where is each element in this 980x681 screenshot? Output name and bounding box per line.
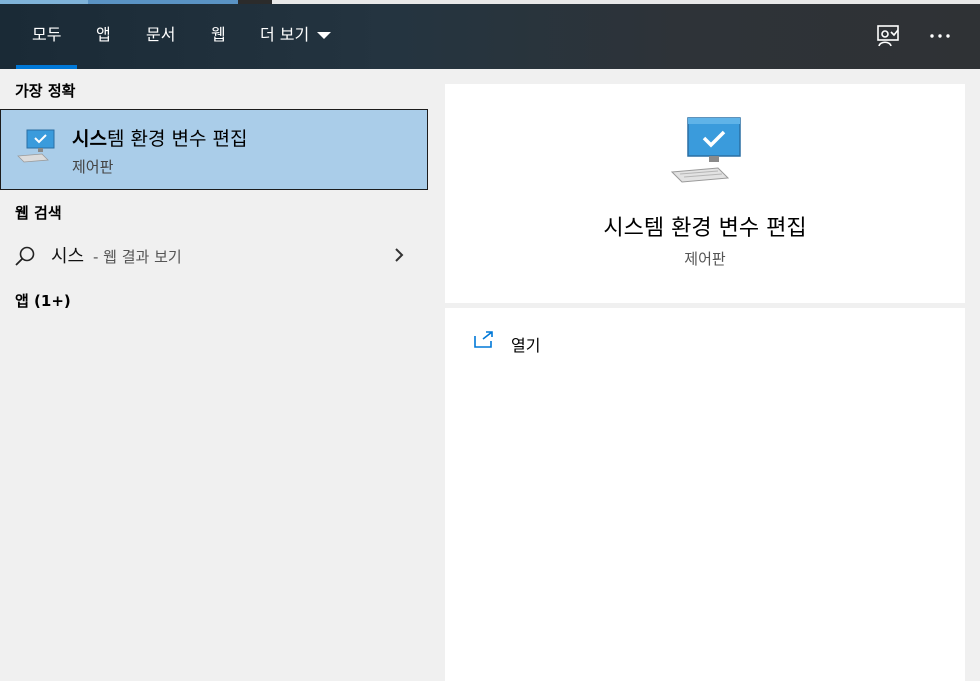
open-external-icon bbox=[474, 331, 493, 348]
search-icon bbox=[15, 246, 35, 266]
chevron-right-icon[interactable] bbox=[392, 247, 406, 263]
feedback-icon[interactable] bbox=[874, 22, 902, 50]
tab-label: 문서 bbox=[146, 25, 176, 44]
tab-more[interactable]: 더 보기 bbox=[260, 4, 332, 69]
computer-icon bbox=[670, 117, 741, 183]
tab-label: 모두 bbox=[32, 25, 62, 44]
search-header: 모두 앱 문서 웹 더 보기 bbox=[0, 4, 980, 69]
tab-label: 앱 bbox=[96, 25, 111, 44]
apps-heading: 앱 (1+) bbox=[15, 292, 71, 310]
tab-label: 더 보기 bbox=[260, 25, 310, 44]
tab-web[interactable]: 웹 bbox=[211, 4, 226, 69]
tab-label: 웹 bbox=[211, 25, 226, 44]
web-search-heading: 웹 검색 bbox=[15, 204, 62, 222]
result-subtitle: 제어판 bbox=[72, 158, 114, 176]
best-match-heading: 가장 정확 bbox=[15, 82, 76, 100]
preview-title: 시스템 환경 변수 편집 bbox=[603, 216, 807, 241]
web-result-suffix: - 웹 결과 보기 bbox=[93, 248, 182, 266]
web-query: 시스 bbox=[51, 246, 85, 267]
open-label: 열기 bbox=[511, 336, 541, 355]
tab-apps[interactable]: 앱 bbox=[96, 4, 111, 69]
result-title: 시스템 환경 변수 편집 bbox=[72, 124, 247, 151]
preview-subtitle: 제어판 bbox=[684, 250, 726, 268]
tab-all[interactable]: 모두 bbox=[15, 4, 79, 69]
tab-documents[interactable]: 문서 bbox=[146, 4, 175, 69]
computer-icon bbox=[17, 129, 55, 163]
more-options-icon[interactable] bbox=[926, 22, 954, 50]
chevron-down-icon bbox=[317, 32, 332, 39]
web-search-result[interactable]: 시스 - 웹 결과 보기 bbox=[0, 239, 430, 271]
preview-actions: 열기 bbox=[445, 308, 965, 681]
title-rest: 템 환경 변수 편집 bbox=[106, 128, 248, 150]
results-pane: 가장 정확 시스템 환경 변수 편집 제어판 웹 검색 시스 - 웹 결과 보기… bbox=[0, 69, 430, 681]
best-match-result[interactable]: 시스템 환경 변수 편집 제어판 bbox=[0, 109, 428, 190]
title-highlight: 시스 bbox=[72, 128, 107, 150]
preview-header: 시스템 환경 변수 편집 제어판 bbox=[445, 84, 965, 303]
